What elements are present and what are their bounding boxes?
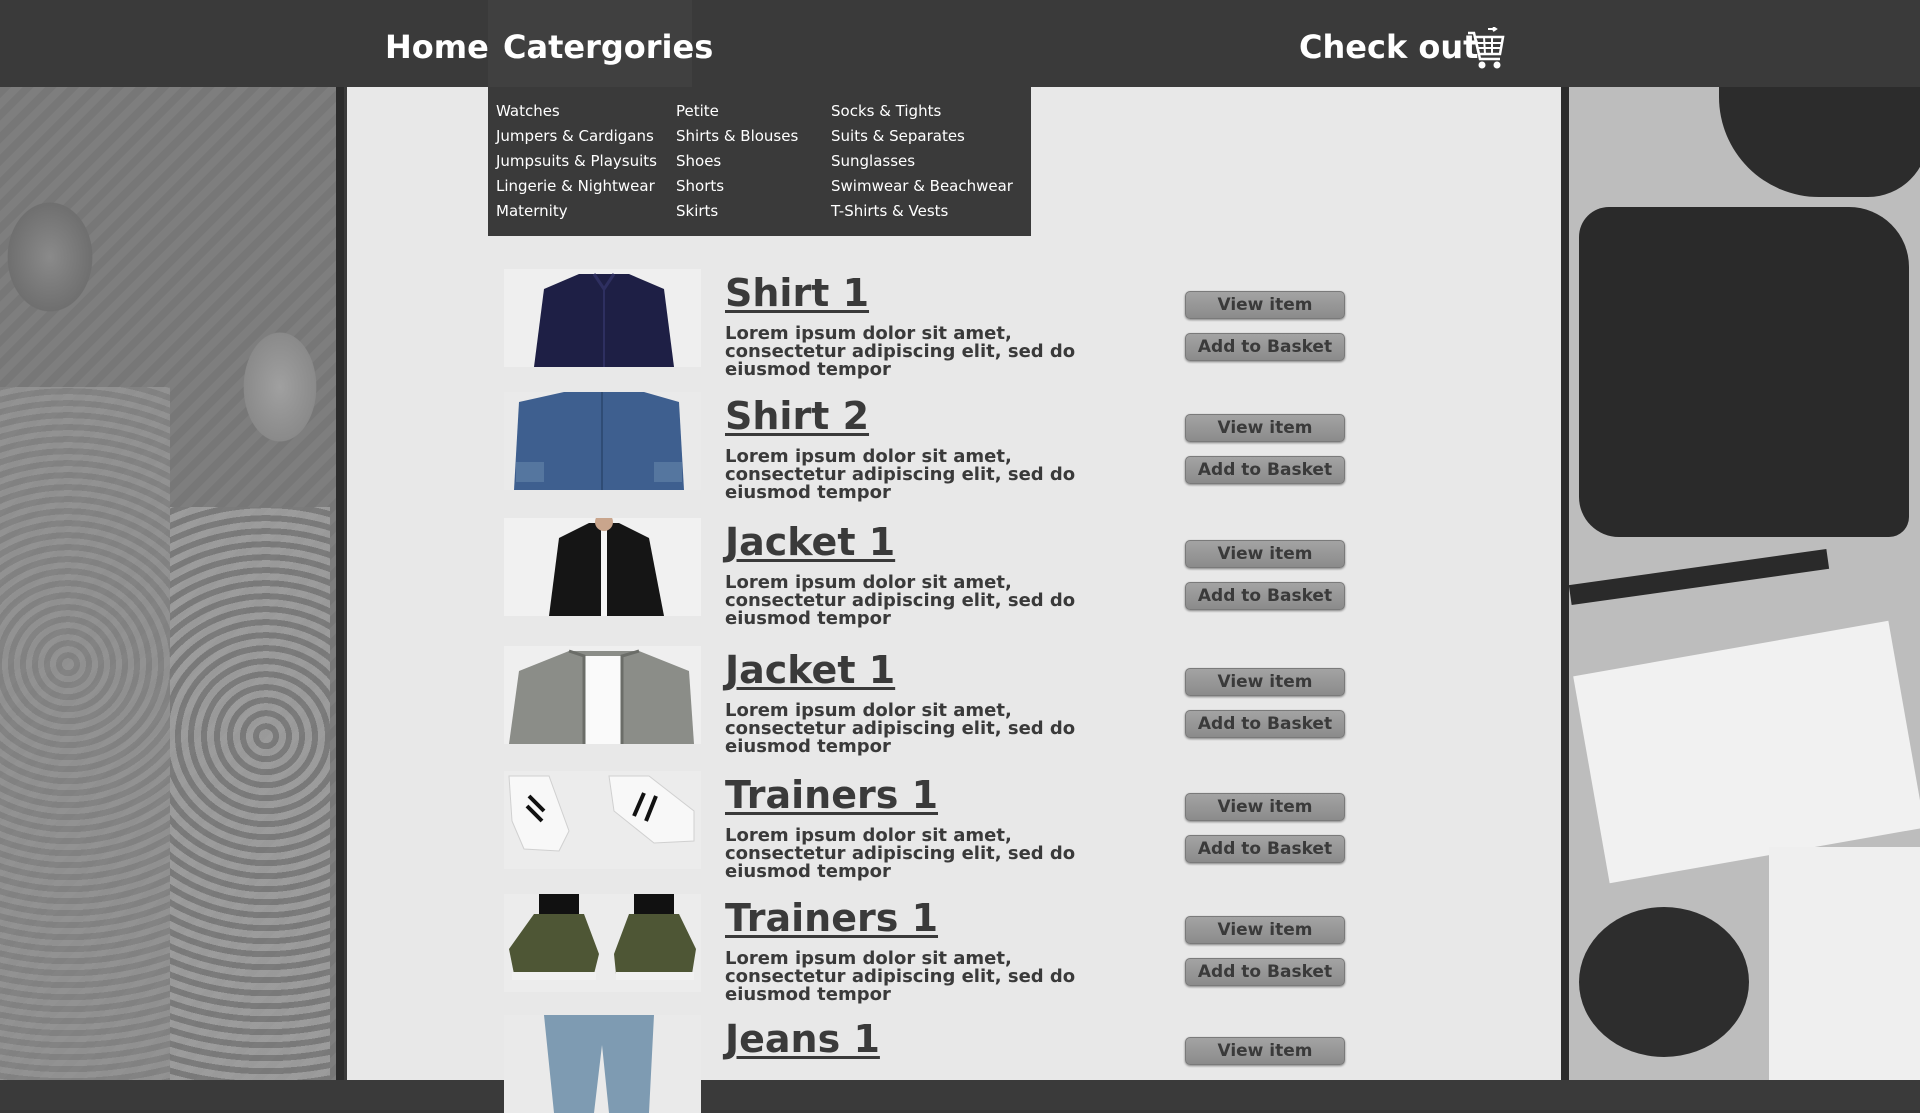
category-link[interactable]: Sunglasses	[831, 149, 1013, 174]
background-photo-left	[0, 87, 344, 1080]
product-row-jacket-2: Jacket 1 Lorem ipsum dolor sit amet, con…	[504, 646, 1404, 756]
background-tshirt	[1573, 620, 1920, 884]
background-person-right	[170, 507, 330, 1080]
product-description: Lorem ipsum dolor sit amet, consectetur …	[725, 323, 1076, 380]
category-link[interactable]: Suits & Separates	[831, 124, 1013, 149]
category-link[interactable]: Shorts	[676, 174, 798, 199]
categories-column-2: Petite Shirts & Blouses Shoes Shorts Ski…	[676, 99, 798, 224]
top-navigation-bar: Home Catergories Check out	[0, 0, 1920, 87]
category-link[interactable]: Maternity	[496, 199, 657, 224]
category-link[interactable]: T-Shirts & Vests	[831, 199, 1013, 224]
background-belt	[1569, 549, 1830, 605]
add-to-basket-button[interactable]: Add to Basket	[1185, 835, 1345, 863]
view-item-button[interactable]: View item	[1185, 668, 1345, 696]
product-description: Lorem ipsum dolor sit amet, consectetur …	[725, 446, 1076, 503]
product-title[interactable]: Trainers 1	[725, 773, 938, 817]
product-image-black-jacket[interactable]	[504, 518, 701, 616]
add-to-basket-button[interactable]: Add to Basket	[1185, 456, 1345, 484]
categories-dropdown-menu: Watches Jumpers & Cardigans Jumpsuits & …	[488, 87, 1031, 236]
categories-column-3: Socks & Tights Suits & Separates Sunglas…	[831, 99, 1013, 224]
background-person-left	[0, 387, 170, 1080]
category-link[interactable]: Jumpers & Cardigans	[496, 124, 657, 149]
add-to-basket-button[interactable]: Add to Basket	[1185, 958, 1345, 986]
product-description: Lorem ipsum dolor sit amet, consectetur …	[725, 572, 1076, 629]
category-link[interactable]: Watches	[496, 99, 657, 124]
background-photo-right	[1561, 87, 1920, 1080]
product-row-trainers-2: Trainers 1 Lorem ipsum dolor sit amet, c…	[504, 894, 1404, 1004]
product-title[interactable]: Jacket 1	[725, 648, 895, 692]
product-title[interactable]: Shirt 1	[725, 271, 869, 315]
product-image-navy-shirt[interactable]	[504, 269, 701, 367]
product-row-jacket-1: Jacket 1 Lorem ipsum dolor sit amet, con…	[504, 518, 1404, 628]
category-link[interactable]: Skirts	[676, 199, 798, 224]
nav-home-link[interactable]: Home	[385, 28, 489, 66]
product-row-shirt-1: Shirt 1 Lorem ipsum dolor sit amet, cons…	[504, 269, 1404, 379]
add-to-basket-button[interactable]: Add to Basket	[1185, 582, 1345, 610]
view-item-button[interactable]: View item	[1185, 540, 1345, 568]
category-link[interactable]: Shirts & Blouses	[676, 124, 798, 149]
category-link[interactable]: Lingerie & Nightwear	[496, 174, 657, 199]
background-hat	[1719, 87, 1920, 197]
shopping-cart-icon[interactable]	[1466, 27, 1506, 72]
background-tshirt-2	[1769, 847, 1920, 1080]
product-image-grey-bomber-jacket[interactable]	[504, 646, 701, 744]
category-link[interactable]: Jumpsuits & Playsuits	[496, 149, 657, 174]
add-to-basket-button[interactable]: Add to Basket	[1185, 710, 1345, 738]
product-description: Lorem ipsum dolor sit amet, consectetur …	[725, 700, 1076, 757]
product-image-denim-shirt[interactable]	[504, 392, 701, 490]
product-title[interactable]: Trainers 1	[725, 896, 938, 940]
product-row-shirt-2: Shirt 2 Lorem ipsum dolor sit amet, cons…	[504, 392, 1404, 502]
product-description: Lorem ipsum dolor sit amet, consectetur …	[725, 948, 1076, 1005]
product-title[interactable]: Jeans 1	[725, 1017, 880, 1061]
view-item-button[interactable]: View item	[1185, 916, 1345, 944]
category-link[interactable]: Swimwear & Beachwear	[831, 174, 1013, 199]
background-leather-jacket	[1579, 207, 1909, 537]
product-title[interactable]: Jacket 1	[725, 520, 895, 564]
view-item-button[interactable]: View item	[1185, 1037, 1345, 1065]
background-skull	[1579, 907, 1749, 1057]
category-link[interactable]: Petite	[676, 99, 798, 124]
product-image-white-trainers[interactable]	[504, 771, 701, 869]
product-image-olive-trainers[interactable]	[504, 894, 701, 992]
product-row-jeans-1: Jeans 1 View item	[504, 1015, 1404, 1113]
view-item-button[interactable]: View item	[1185, 414, 1345, 442]
product-row-trainers-1: Trainers 1 Lorem ipsum dolor sit amet, c…	[504, 771, 1404, 881]
nav-categories-tab[interactable]: Catergories	[488, 0, 713, 87]
view-item-button[interactable]: View item	[1185, 793, 1345, 821]
category-link[interactable]: Shoes	[676, 149, 798, 174]
add-to-basket-button[interactable]: Add to Basket	[1185, 333, 1345, 361]
product-title[interactable]: Shirt 2	[725, 394, 869, 438]
categories-column-1: Watches Jumpers & Cardigans Jumpsuits & …	[496, 99, 657, 224]
checkout-link[interactable]: Check out	[1299, 28, 1478, 66]
category-link[interactable]: Socks & Tights	[831, 99, 1013, 124]
product-description: Lorem ipsum dolor sit amet, consectetur …	[725, 825, 1076, 882]
view-item-button[interactable]: View item	[1185, 291, 1345, 319]
nav-categories-label: Catergories	[503, 28, 714, 66]
product-image-light-jeans[interactable]	[504, 1015, 701, 1113]
